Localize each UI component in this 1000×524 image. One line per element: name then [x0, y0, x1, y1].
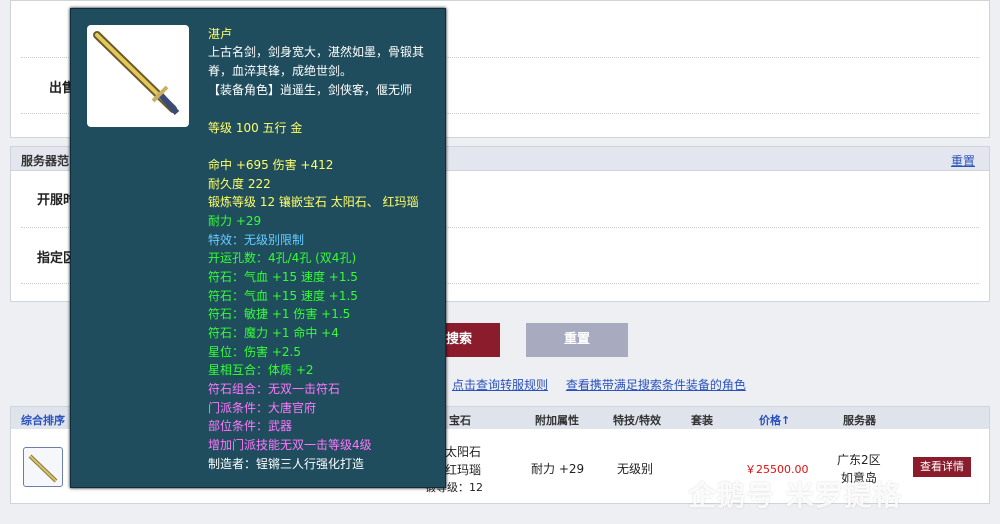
sword-image [87, 25, 189, 127]
maker: 制造者：锃锵三人行强化打造 [208, 457, 365, 471]
helper-links: 点击查询转服规则 查看携带满足搜索条件装备的角色 [452, 376, 760, 393]
sort-header[interactable]: 综合排序 [21, 412, 65, 428]
reset-link[interactable]: 重置 [951, 152, 975, 169]
sect-requirement: 门派条件：大唐官府 [208, 401, 317, 415]
transfer-rules-link[interactable]: 点击查询转服规则 [452, 378, 548, 392]
rune-combo: 符石组合：无双一击符石 [208, 382, 341, 396]
server-header: 服务器 [843, 414, 876, 427]
gem-header: 宝石 [449, 414, 471, 427]
set-header: 套装 [691, 414, 713, 427]
item-desc-2: 脊，血淬其锋，成绝世剑。 [208, 64, 353, 78]
rune-1: 符石：气血 +15 速度 +1.5 [208, 270, 358, 284]
hit-damage: 命中 +695 伤害 +412 [208, 158, 334, 172]
skill-bonus: 增加门派技能无双一击等级4级 [208, 438, 372, 452]
stamina: 耐力 +29 [208, 214, 262, 228]
item-roles: 【装备角色】逍遥生，剑侠客，偃无师 [208, 83, 413, 97]
gem-1: 太阳石 [445, 445, 482, 459]
view-detail-button[interactable]: 查看详情 [913, 457, 971, 477]
item-name: 湛卢 [208, 27, 233, 41]
view-roles-link[interactable]: 查看携带满足搜索条件装备的角色 [566, 378, 746, 392]
special-effect: 特效：无级别限制 [208, 233, 305, 247]
panel-title: 服务器范 [21, 154, 70, 168]
rune-2: 符石：气血 +15 速度 +1.5 [208, 289, 358, 303]
reset-button[interactable]: 重置 [526, 323, 628, 357]
skill: 无级别 [617, 462, 654, 476]
extra-attr-header: 附加属性 [535, 414, 579, 427]
rune-3: 符石：敏捷 +1 伤害 +1.5 [208, 307, 351, 321]
sword-thumbnail[interactable] [23, 447, 63, 487]
part-requirement: 部位条件：武器 [208, 419, 293, 433]
durability: 耐久度 222 [208, 177, 271, 191]
price-header[interactable]: 价格↑ [759, 412, 790, 428]
star-match: 星相互合：体质 +2 [208, 363, 314, 377]
item-level: 等级 100 五行 金 [208, 121, 303, 135]
rune-4: 符石：魔力 +1 命中 +4 [208, 326, 339, 340]
gem-2: 红玛瑙 [445, 463, 482, 477]
skill-header: 特技/特效 [613, 414, 662, 427]
watermark: 企鹅号 米罗提格 [688, 479, 902, 512]
item-tooltip: 湛卢 上古名剑，剑身宽大，湛然如墨，骨锻其 脊，血淬其锋，成绝世剑。 【装备角色… [70, 8, 446, 488]
star-position: 星位：伤害 +2.5 [208, 345, 301, 359]
extra-attr: 耐力 +29 [531, 462, 585, 476]
fortune-holes: 开运孔数：4孔/4孔 (双4孔) [208, 251, 357, 265]
server-name: 广东2区 [837, 453, 881, 467]
forge-gems: 锻炼等级 12 镶嵌宝石 太阳石、 红玛瑙 [208, 195, 419, 209]
item-desc-1: 上古名剑，剑身宽大，湛然如墨，骨锻其 [208, 45, 425, 59]
